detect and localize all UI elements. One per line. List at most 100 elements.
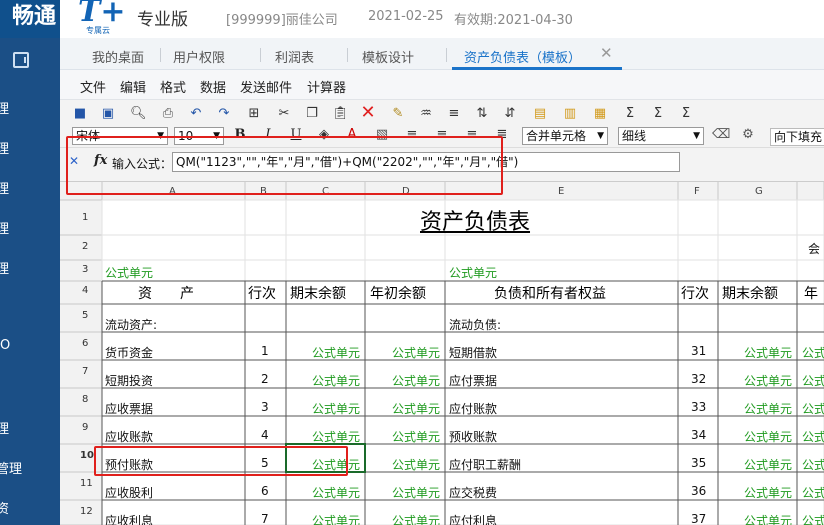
- sidebar-item[interactable]: 理: [0, 138, 56, 157]
- header-year-partial[interactable]: 年: [804, 283, 818, 303]
- column-header-f[interactable]: F: [694, 186, 700, 197]
- close-icon[interactable]: ✕: [600, 44, 613, 62]
- column-header-b[interactable]: B: [260, 186, 267, 197]
- formula-cell[interactable]: 公式单元: [392, 428, 440, 445]
- font-size-select[interactable]: 10 ▼: [174, 127, 224, 145]
- row-header-selected[interactable]: 10: [80, 450, 94, 461]
- cell-line-no-2[interactable]: 34: [691, 428, 706, 442]
- menu-send-mail[interactable]: 发送邮件: [240, 77, 292, 96]
- merge-select[interactable]: 合并单元格 ▼: [522, 127, 608, 145]
- cell-line-no-2[interactable]: 35: [691, 456, 706, 470]
- cell-line-no[interactable]: 7: [261, 512, 269, 525]
- cell-line-no[interactable]: 2: [261, 372, 269, 386]
- formula-cell[interactable]: 公式单元: [744, 484, 792, 501]
- formula-cell[interactable]: 公式单元: [802, 428, 824, 445]
- row-header[interactable]: 5: [82, 310, 88, 321]
- sidebar-item[interactable]: 理: [0, 218, 56, 237]
- row-header[interactable]: 1: [82, 212, 88, 223]
- formula-cell[interactable]: 公式单元: [312, 428, 360, 445]
- cell-line-no-2[interactable]: 33: [691, 400, 706, 414]
- formula-cell[interactable]: 公式单元: [802, 372, 824, 389]
- eraser-icon[interactable]: ⌫: [712, 127, 730, 143]
- column-header-d[interactable]: D: [402, 186, 410, 197]
- formula-cell[interactable]: 公式单元: [802, 512, 824, 525]
- spreadsheet[interactable]: A B C D E F G 1 2 3 4 5 6 7 8 9 10 11 12…: [60, 182, 824, 525]
- save-as-icon[interactable]: ▣: [100, 106, 116, 122]
- formula-cell[interactable]: 公式单元: [392, 484, 440, 501]
- cell-asset-name[interactable]: 应收票据: [105, 400, 153, 417]
- save-icon[interactable]: ■: [72, 106, 88, 122]
- sidebar-item[interactable]: 资: [0, 498, 56, 517]
- font-name-select[interactable]: 宋体 ▼: [72, 127, 168, 145]
- formula-cell[interactable]: 公式单元: [802, 344, 824, 361]
- settings-icon[interactable]: ⚙: [740, 127, 756, 143]
- cell-line-no-2[interactable]: 37: [691, 512, 706, 525]
- formula-cell[interactable]: 公式单元: [449, 264, 497, 281]
- sort-asc-icon[interactable]: ⇅: [474, 106, 490, 122]
- sidebar-item[interactable]: O: [0, 338, 60, 353]
- row-header[interactable]: 6: [82, 338, 88, 349]
- formula-cell[interactable]: 公式单元: [744, 400, 792, 417]
- find-icon[interactable]: ♒: [418, 106, 434, 122]
- formula-cell[interactable]: 公式单元: [312, 400, 360, 417]
- row-header[interactable]: 4: [82, 285, 88, 296]
- formula-input[interactable]: QM("1123","","年","月","借")+QM("2202","","…: [172, 152, 680, 172]
- sum-col-icon[interactable]: Σ: [678, 106, 694, 122]
- undo-icon[interactable]: ↶: [188, 106, 204, 122]
- column-header-a[interactable]: A: [169, 186, 176, 197]
- column-header-g[interactable]: G: [755, 186, 763, 197]
- insert-row-icon[interactable]: ▥: [562, 106, 578, 122]
- formula-cell[interactable]: 公式单元: [744, 344, 792, 361]
- formula-cell[interactable]: 公式单元: [392, 456, 440, 473]
- paste-icon[interactable]: 📋︎: [332, 106, 349, 122]
- company-name[interactable]: [999999]丽佳公司: [226, 9, 338, 28]
- formula-cell[interactable]: 公式单元: [744, 456, 792, 473]
- align-right-icon[interactable]: ≡: [464, 127, 480, 143]
- border-style-select[interactable]: 细线 ▼: [618, 127, 704, 145]
- tab-desktop[interactable]: 我的桌面: [92, 47, 144, 66]
- menu-edit[interactable]: 编辑: [120, 77, 146, 96]
- cell-row2-right[interactable]: 会: [808, 240, 820, 257]
- cell-liability-name[interactable]: 应付利息: [449, 512, 497, 525]
- justify-icon[interactable]: ≣: [494, 127, 510, 143]
- cell-line-no-2[interactable]: 32: [691, 372, 706, 386]
- tab-user-permissions[interactable]: 用户权限: [173, 47, 225, 66]
- align-center-icon[interactable]: ≡: [434, 127, 450, 143]
- formula-cell[interactable]: 公式单元: [312, 484, 360, 501]
- fill-down-button[interactable]: 向下填充: [770, 128, 824, 146]
- header-asset[interactable]: 资 产: [138, 283, 194, 303]
- formula-cell[interactable]: 公式单元: [392, 400, 440, 417]
- border-icon[interactable]: ▧: [374, 127, 390, 143]
- formula-cell[interactable]: 公式单元: [312, 456, 360, 473]
- cell-asset-name[interactable]: 应收利息: [105, 512, 153, 525]
- format-brush-icon[interactable]: ✎: [390, 106, 406, 122]
- header-begin-balance[interactable]: 年初余额: [370, 283, 426, 303]
- tab-template-design[interactable]: 模板设计: [362, 47, 414, 66]
- cell-asset-name[interactable]: 应收股利: [105, 484, 153, 501]
- menu-file[interactable]: 文件: [80, 77, 106, 96]
- cell-current-liabilities[interactable]: 流动负债:: [449, 316, 501, 333]
- function-icon[interactable]: fx: [94, 153, 107, 168]
- delete-icon[interactable]: ✕: [360, 104, 376, 122]
- cell-line-no[interactable]: 6: [261, 484, 269, 498]
- header-liabilities[interactable]: 负债和所有者权益: [494, 283, 606, 303]
- formula-cell[interactable]: 公式单元: [392, 512, 440, 525]
- formula-cell[interactable]: 公式单元: [802, 456, 824, 473]
- formula-cell[interactable]: 公式单元: [744, 512, 792, 525]
- cell-asset-name[interactable]: 应收账款: [105, 428, 153, 445]
- menu-data[interactable]: 数据: [200, 77, 226, 96]
- font-color-icon[interactable]: A: [344, 127, 360, 143]
- formula-cell[interactable]: 公式单元: [392, 372, 440, 389]
- formula-cell[interactable]: 公式单元: [802, 484, 824, 501]
- formula-cell[interactable]: 公式单元: [312, 512, 360, 525]
- sidebar-item[interactable]: 理: [0, 258, 56, 277]
- print-preview-icon[interactable]: 🔍︎: [130, 106, 147, 122]
- underline-icon[interactable]: U: [288, 127, 304, 143]
- sum-icon[interactable]: Σ: [622, 106, 638, 122]
- header-line-2[interactable]: 行次: [681, 283, 709, 303]
- sidebar-item[interactable]: 理: [0, 98, 56, 117]
- cell-liability-name[interactable]: 预收账款: [449, 428, 497, 445]
- cell-current-assets[interactable]: 流动资产:: [105, 316, 157, 333]
- row-header[interactable]: 8: [82, 394, 88, 405]
- fill-color-icon[interactable]: ◈: [316, 127, 332, 143]
